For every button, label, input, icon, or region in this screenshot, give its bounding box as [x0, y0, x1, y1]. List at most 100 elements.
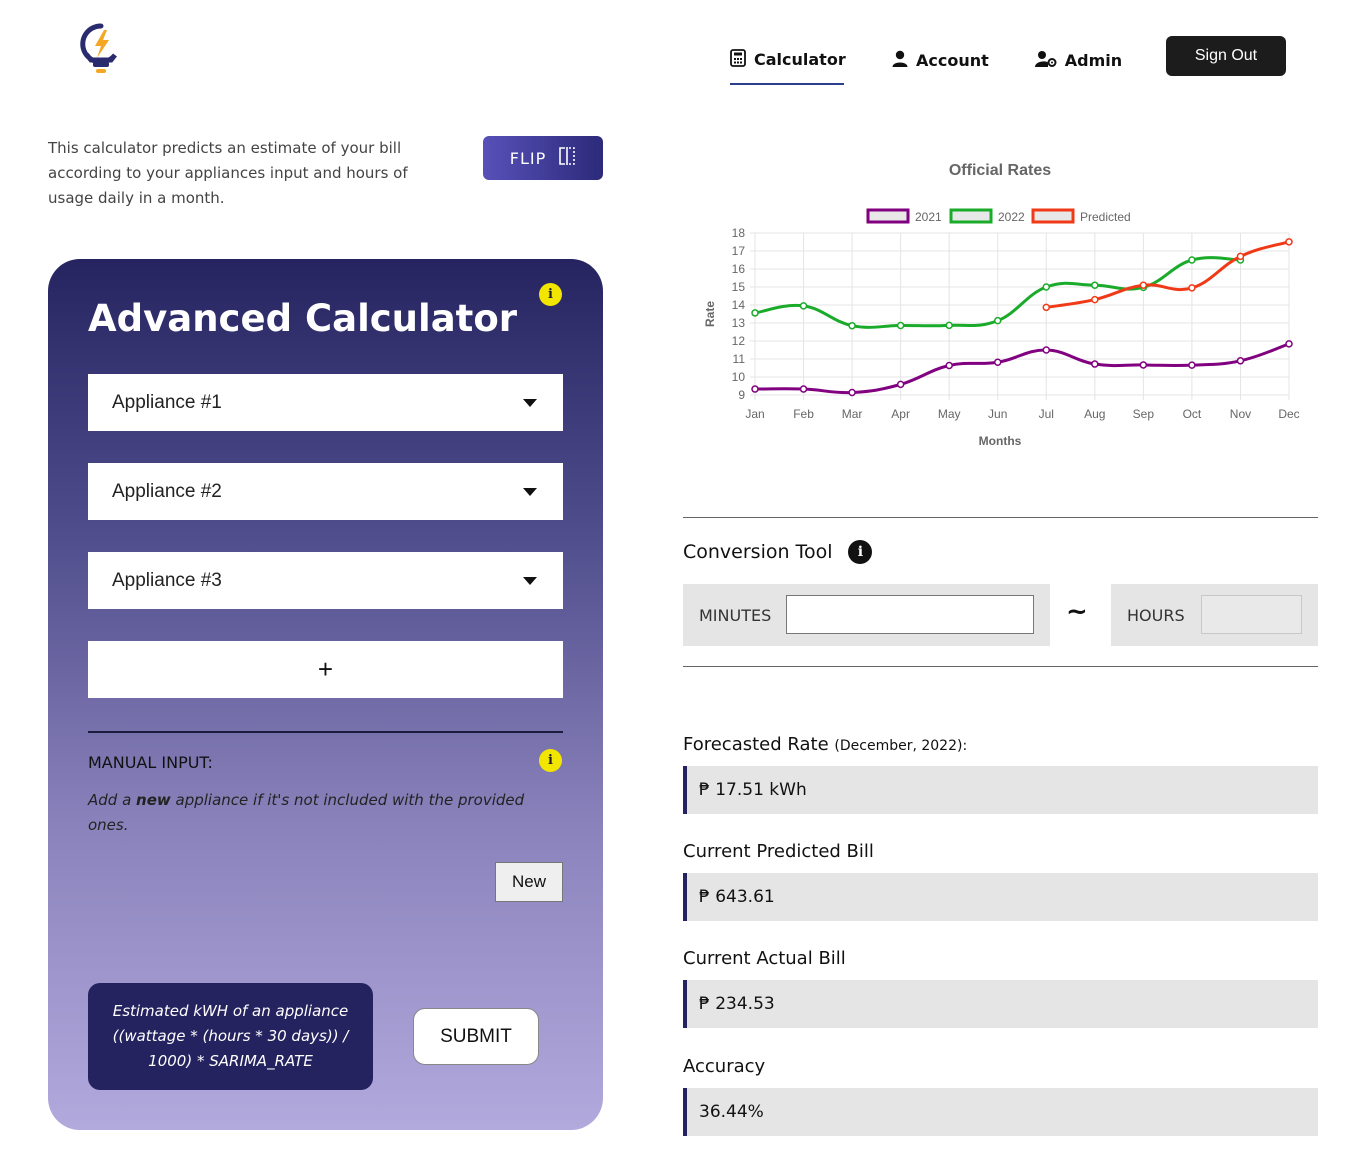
user-icon — [892, 50, 908, 71]
data-point-0 — [896, 380, 905, 389]
y-tick-label: 18 — [732, 226, 746, 240]
app-logo[interactable] — [78, 22, 124, 78]
x-tick-label: Aug — [1084, 407, 1105, 421]
y-tick-label: 11 — [733, 352, 746, 366]
formula-box: Estimated kWH of an appliance ((wattage … — [88, 983, 373, 1090]
nav-calculator-label: Calculator — [754, 50, 846, 69]
x-tick-label: Oct — [1183, 407, 1202, 421]
data-point-0 — [1188, 361, 1196, 369]
forecast-period: (December, 2022): — [834, 738, 968, 754]
y-tick-label: 9 — [738, 388, 745, 402]
predicted-bill-value: ₱ 643.61 — [683, 873, 1318, 921]
data-point-2 — [1042, 303, 1051, 312]
data-point-2 — [1188, 284, 1196, 292]
series-line-0 — [754, 342, 1290, 395]
hours-group: HOURS — [1111, 584, 1318, 646]
accuracy-value: 36.44% — [683, 1088, 1318, 1136]
x-tick-label: Jun — [988, 407, 1007, 421]
appliance-select-2[interactable]: Appliance #2 — [88, 463, 563, 520]
divider — [88, 731, 563, 733]
data-point-1 — [945, 321, 953, 330]
forecasted-rate-value: ₱ 17.51 kWh — [683, 766, 1318, 814]
divider — [683, 666, 1318, 667]
flip-button[interactable]: FLIP — [483, 136, 603, 180]
x-tick-label: Mar — [842, 407, 863, 421]
y-tick-label: 13 — [732, 316, 746, 330]
user-gear-icon — [1034, 50, 1057, 71]
conversion-tool-title: Conversion Tool — [683, 541, 833, 563]
data-point-0 — [993, 358, 1002, 366]
data-point-1 — [848, 321, 856, 330]
x-tick-label: Feb — [793, 407, 814, 421]
calculator-title: Advanced Calculator — [88, 297, 518, 340]
flip-button-label: FLIP — [509, 148, 547, 168]
x-tick-label: Jan — [745, 407, 764, 421]
data-point-1 — [1091, 281, 1099, 289]
appliance-select-label: Appliance #3 — [112, 569, 222, 591]
chevron-down-icon — [523, 577, 537, 585]
data-point-0 — [1285, 340, 1293, 348]
y-tick-label: 14 — [732, 298, 746, 312]
nav-account-label: Account — [916, 51, 989, 70]
x-tick-label: Sep — [1133, 407, 1155, 421]
flip-icon — [558, 146, 576, 170]
manual-info-icon[interactable]: i — [539, 749, 562, 772]
minutes-input[interactable] — [786, 595, 1034, 634]
data-point-0 — [848, 388, 856, 397]
legend-label-0: 2021 — [915, 210, 942, 224]
info-icon[interactable]: i — [848, 540, 873, 564]
sign-out-button[interactable]: Sign Out — [1166, 36, 1286, 76]
appliance-select-label: Appliance #2 — [112, 480, 222, 502]
manual-input-description: Add a new appliance if it's not included… — [88, 791, 525, 834]
nav-admin-label: Admin — [1064, 51, 1123, 70]
y-tick-label: 12 — [732, 334, 746, 348]
y-tick-label: 10 — [732, 370, 746, 384]
y-axis-label: Rate — [703, 301, 717, 327]
manual-input-label: MANUAL INPUT: — [88, 753, 213, 772]
conversion-separator: ~ — [1066, 597, 1088, 627]
legend-swatch-1 — [949, 208, 993, 224]
conversion-tool-heading: Conversion Tool i — [683, 540, 873, 564]
divider — [683, 517, 1318, 518]
chart-canvas: Official Rates 2021 2022 Predicted 9 10 11 12 13… — [703, 162, 1300, 448]
x-tick-label: Apr — [891, 407, 910, 421]
data-point-2 — [1285, 238, 1293, 246]
data-point-2 — [1091, 295, 1099, 304]
data-point-1 — [1188, 256, 1196, 264]
minutes-label: MINUTES — [699, 605, 772, 625]
x-tick-label: Nov — [1230, 407, 1251, 421]
x-axis-label: Months — [979, 434, 1022, 448]
data-point-0 — [751, 385, 759, 393]
nav-account[interactable]: Account — [892, 41, 989, 81]
nav-calculator[interactable]: Calculator — [730, 36, 846, 85]
info-icon[interactable]: i — [539, 283, 562, 306]
data-point-0 — [945, 361, 953, 370]
chevron-down-icon — [523, 399, 537, 407]
legend-swatch-2 — [1031, 208, 1075, 224]
actual-bill-label: Current Actual Bill — [683, 948, 846, 969]
new-appliance-button[interactable]: New — [495, 862, 563, 902]
actual-bill-value: ₱ 234.53 — [683, 980, 1318, 1028]
data-point-0 — [1236, 357, 1245, 365]
advanced-calculator-card: Advanced Calculator i Appliance #1 Appli… — [48, 259, 603, 1130]
add-appliance-button[interactable]: + — [88, 641, 563, 698]
appliance-select-3[interactable]: Appliance #3 — [88, 552, 563, 609]
accuracy-label: Accuracy — [683, 1056, 766, 1077]
minutes-group: MINUTES — [683, 584, 1050, 646]
data-point-0 — [1139, 361, 1148, 369]
chart-title: Official Rates — [949, 162, 1051, 179]
x-tick-label: May — [938, 407, 961, 421]
legend-label-2: Predicted — [1080, 210, 1131, 224]
appliance-select-1[interactable]: Appliance #1 — [88, 374, 563, 431]
data-point-1 — [1042, 283, 1051, 291]
y-tick-label: 17 — [732, 244, 746, 258]
nav-admin[interactable]: Admin — [1034, 41, 1123, 81]
appliance-select-label: Appliance #1 — [112, 391, 222, 413]
data-point-0 — [1042, 346, 1051, 354]
chevron-down-icon — [523, 488, 537, 496]
data-point-2 — [1236, 252, 1245, 261]
submit-button[interactable]: SUBMIT — [413, 1008, 539, 1065]
data-point-1 — [751, 309, 759, 317]
data-point-1 — [896, 321, 905, 330]
y-tick-label: 15 — [732, 280, 746, 294]
